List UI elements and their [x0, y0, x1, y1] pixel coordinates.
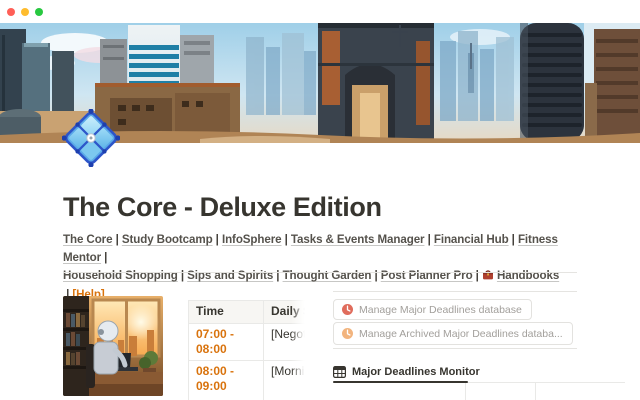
column-header-time[interactable]: Time — [189, 301, 264, 324]
database-column-separator — [465, 383, 466, 400]
nav-link-financial-hub[interactable]: Financial Hub — [434, 233, 509, 246]
nav-link-study-bootcamp[interactable]: Study Bootcamp — [122, 233, 213, 246]
nav-separator: | — [273, 269, 282, 282]
table-header-row: Time Daily Sch — [189, 301, 308, 324]
nav-link-infosphere[interactable]: InfoSphere — [222, 233, 282, 246]
page-icon[interactable] — [62, 109, 120, 167]
activity-cell[interactable]: [Morning — [264, 361, 308, 400]
page-nav-links: The Core | Study Bootcamp | InfoSphere |… — [63, 231, 579, 304]
nav-separator: | — [424, 233, 433, 246]
active-view-tab-underline — [333, 381, 468, 383]
clock-icon — [342, 304, 353, 315]
button-label: Manage Major Deadlines database — [359, 304, 522, 316]
nav-link-sips-and-spirits[interactable]: Sips and Spirits — [187, 269, 273, 282]
window-titlebar — [0, 0, 640, 23]
nav-separator: | — [371, 269, 380, 282]
divider — [333, 348, 577, 349]
nav-link-the-core[interactable]: The Core — [63, 233, 112, 246]
nav-separator: | — [213, 233, 222, 246]
activity-cell[interactable]: [Negotia — [264, 324, 308, 361]
clock-icon — [342, 328, 353, 339]
button-label: Manage Archived Major Deadlines databa..… — [359, 328, 563, 340]
time-cell[interactable]: 08:00 - 09:00 — [189, 361, 264, 400]
daily-schedule-table: Time Daily Sch 07:00 - 08:00 [Negotia 08… — [188, 300, 307, 400]
toolbox-icon — [482, 268, 494, 286]
divider — [63, 272, 577, 273]
major-deadlines-monitor-tab[interactable]: Major Deadlines Monitor — [333, 363, 480, 381]
nav-separator: | — [178, 269, 187, 282]
blue-gem-icon — [62, 109, 120, 167]
view-tab-label: Major Deadlines Monitor — [352, 366, 480, 378]
column-header-daily-schedule[interactable]: Daily Sch — [264, 301, 308, 324]
nav-link-household-shopping[interactable]: Household Shopping — [63, 269, 178, 282]
page-title[interactable]: The Core - Deluxe Edition — [63, 192, 382, 223]
nav-link-handbooks[interactable]: Handbooks — [497, 269, 559, 282]
nav-separator: | — [282, 233, 291, 246]
close-window-button[interactable] — [7, 8, 15, 16]
table-view-icon — [333, 366, 346, 378]
table-row: 08:00 - 09:00 [Morning — [189, 361, 308, 400]
app-window: The Core - Deluxe Edition The Core | Stu… — [0, 0, 640, 400]
nav-separator: | — [509, 233, 518, 246]
nav-line-1: The Core | Study Bootcamp | InfoSphere |… — [63, 231, 579, 267]
nav-separator: | — [101, 251, 107, 264]
manage-archived-major-deadlines-button[interactable]: Manage Archived Major Deadlines databa..… — [333, 322, 573, 345]
manage-major-deadlines-button[interactable]: Manage Major Deadlines database — [333, 299, 532, 320]
robot-at-desk-image — [63, 296, 163, 396]
table-row: 07:00 - 08:00 [Negotia — [189, 324, 308, 361]
divider — [333, 291, 577, 292]
nav-link-tasks-events-manager[interactable]: Tasks & Events Manager — [291, 233, 425, 246]
minimize-window-button[interactable] — [21, 8, 29, 16]
nav-link-thought-garden[interactable]: Thought Garden — [283, 269, 372, 282]
database-column-separator — [535, 383, 536, 400]
robot-working-at-desk — [63, 296, 163, 396]
zoom-window-button[interactable] — [35, 8, 43, 16]
nav-link-post-planner-pro[interactable]: Post Planner Pro — [381, 269, 473, 282]
nav-separator: | — [112, 233, 121, 246]
time-cell[interactable]: 07:00 - 08:00 — [189, 324, 264, 361]
nav-separator: | — [473, 269, 482, 282]
